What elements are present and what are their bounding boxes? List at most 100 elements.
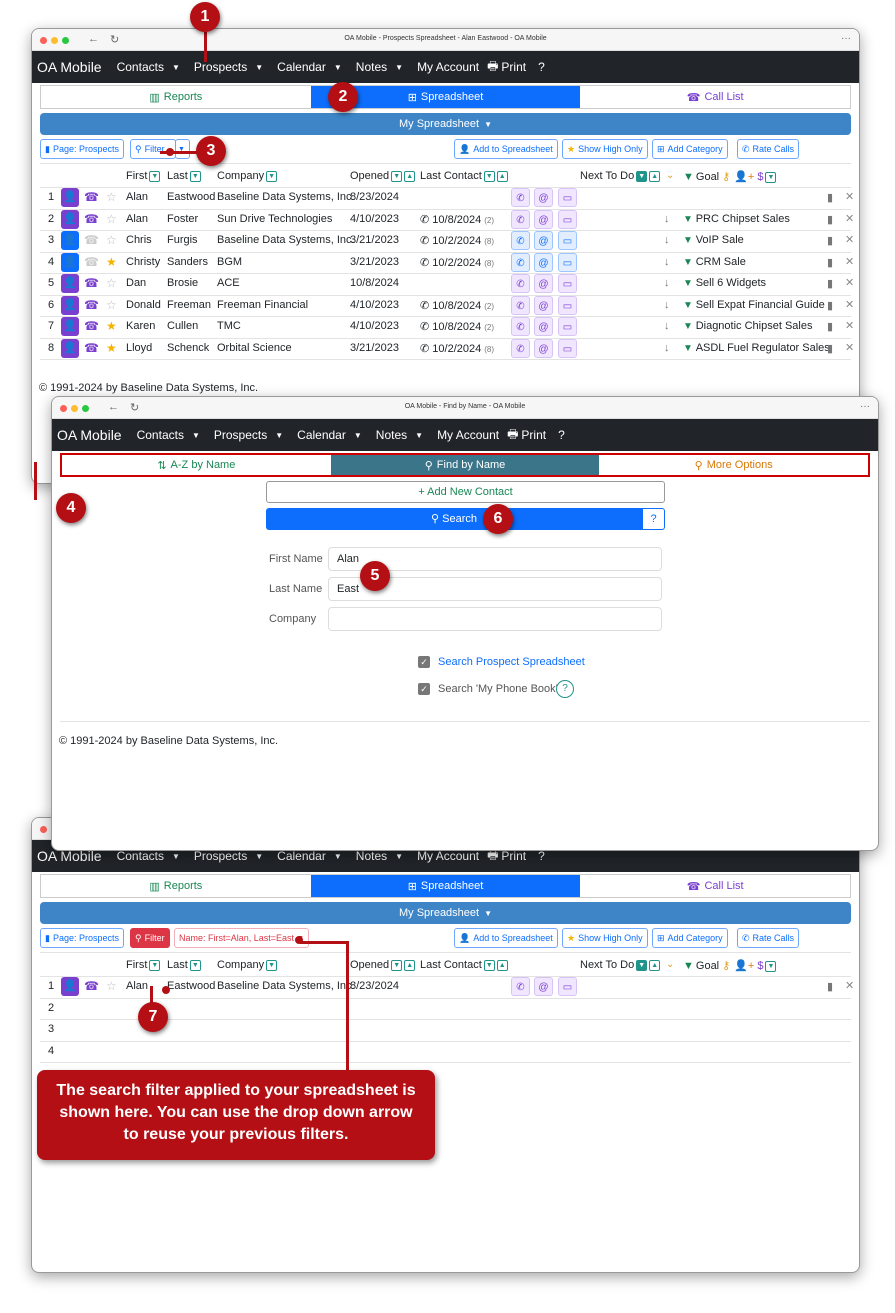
star-icon[interactable]: ★	[106, 319, 117, 333]
first-name[interactable]: Alan	[126, 213, 148, 225]
last-name[interactable]: Schenck	[167, 342, 209, 354]
message-button[interactable]: ▭	[558, 274, 577, 293]
company[interactable]: Baseline Data Systems, Inc.	[217, 191, 355, 203]
email-button[interactable]: @	[534, 188, 553, 207]
first-name[interactable]: Alan	[126, 191, 148, 203]
first-name[interactable]: Karen	[126, 320, 155, 332]
contact-icon[interactable]: 👤	[61, 252, 79, 272]
column-header-company[interactable]: Company ▼	[217, 170, 278, 182]
down-arrow-icon[interactable]: ↓	[664, 299, 670, 311]
sort-asc-button[interactable]: ▲	[649, 170, 661, 182]
goal[interactable]: ▼ PRC Chipset Sales	[683, 213, 790, 225]
file-icon[interactable]: ▮	[827, 277, 833, 290]
caret-down-icon[interactable]: ▼	[172, 852, 180, 861]
email-button[interactable]: @	[534, 317, 553, 336]
sort-desc-button[interactable]: ▼	[483, 959, 495, 971]
goal[interactable]: ▼ Sell Expat Financial Guide	[683, 299, 825, 311]
company[interactable]: Sun Drive Technologies	[217, 213, 332, 225]
add-to-spreadsheet-button[interactable]: 👤 Add to Spreadsheet	[454, 139, 558, 159]
caret-down-icon[interactable]: ▼	[172, 63, 180, 72]
tab-spreadsheet[interactable]: ⊞ Spreadsheet	[310, 875, 581, 897]
search-prospect-checkbox[interactable]: ✓	[418, 656, 430, 668]
sort-desc-button[interactable]: ▼	[149, 170, 161, 182]
contact-icon[interactable]: 👤	[61, 338, 79, 358]
message-button[interactable]: ▭	[558, 209, 577, 229]
page-prospects-button[interactable]: ▮ Page: Prospects	[40, 139, 124, 159]
phone-icon[interactable]: ☎	[84, 233, 99, 247]
call-button[interactable]: ✆	[511, 274, 530, 293]
search-prospect-label[interactable]: Search Prospect Spreadsheet	[438, 656, 585, 668]
tab-more-options[interactable]: ⚲ More Options	[599, 455, 868, 475]
star-icon[interactable]: ★	[106, 255, 117, 269]
down-arrow-icon[interactable]: ↓	[664, 277, 670, 289]
column-header-next[interactable]: Next To Do ▼ ▲	[580, 959, 661, 971]
call-button[interactable]: ✆	[511, 188, 530, 207]
my-spreadsheet-dropdown[interactable]: My Spreadsheet ▼	[40, 902, 851, 924]
tab-find-by-name[interactable]: ⚲ Find by Name	[330, 455, 600, 475]
nav-calendar[interactable]: Calendar	[277, 849, 326, 863]
nav-calendar[interactable]: Calendar	[277, 60, 326, 74]
first-name[interactable]: Lloyd	[126, 342, 152, 354]
star-icon[interactable]: ☆	[106, 979, 117, 993]
sort-asc-button[interactable]: ▲	[404, 959, 416, 971]
sort-asc-button[interactable]: ▲	[496, 959, 508, 971]
down-arrow-icon[interactable]: ↓	[664, 320, 670, 332]
caret-down-icon[interactable]: ▼	[255, 63, 263, 72]
column-header-last-contact[interactable]: Last Contact ▼ ▲	[420, 170, 508, 182]
sort-desc-button[interactable]: ▼	[483, 170, 495, 182]
nav-my-account[interactable]: My Account	[417, 60, 479, 74]
goal[interactable]: ▼ VoIP Sale	[683, 234, 744, 246]
show-high-only-button[interactable]: ★ Show High Only	[562, 139, 648, 159]
nav-prospects[interactable]: Prospects	[214, 428, 267, 442]
nav-notes[interactable]: Notes	[356, 60, 387, 74]
sort-asc-button[interactable]: ▲	[649, 959, 661, 971]
call-button[interactable]: ✆	[511, 252, 530, 272]
nav-help[interactable]: ?	[538, 60, 545, 74]
column-header-goal[interactable]: ▼ Goal ⚷ 👤+ $ ▼	[683, 959, 777, 972]
nav-contacts[interactable]: Contacts	[117, 60, 164, 74]
filter-button[interactable]: ⚲ Filter	[130, 928, 170, 948]
nav-print[interactable]: Print	[501, 60, 526, 74]
file-icon[interactable]: ▮	[827, 980, 833, 993]
caret-down-icon[interactable]: ▼	[395, 852, 403, 861]
phone-icon[interactable]: ☎	[84, 212, 99, 226]
file-icon[interactable]: ▮	[827, 234, 833, 247]
file-icon[interactable]: ▮	[827, 299, 833, 312]
sort-desc-button[interactable]: ▼	[636, 170, 648, 182]
sort-desc-button[interactable]: ▼	[149, 959, 161, 971]
delete-icon[interactable]: ✕	[845, 233, 854, 246]
call-button[interactable]: ✆	[511, 338, 530, 358]
print-icon[interactable]: 🖶	[507, 425, 518, 446]
star-icon[interactable]: ☆	[106, 190, 117, 204]
contact-icon[interactable]: 👤	[61, 188, 79, 207]
delete-icon[interactable]: ✕	[845, 319, 854, 332]
call-button[interactable]: ✆	[511, 295, 530, 315]
goal[interactable]: ▼ CRM Sale	[683, 256, 746, 268]
email-button[interactable]: @	[534, 977, 553, 996]
delete-icon[interactable]: ✕	[845, 255, 854, 268]
add-new-contact-button[interactable]: + Add New Contact	[266, 481, 665, 503]
last-name[interactable]: Cullen	[167, 320, 198, 332]
file-icon[interactable]: ▮	[827, 342, 833, 355]
double-chevron-icon[interactable]: ⌄	[666, 959, 674, 970]
call-button[interactable]: ✆	[511, 977, 530, 996]
phone-icon[interactable]: ☎	[84, 979, 99, 993]
sort-asc-button[interactable]: ▲	[496, 170, 508, 182]
sort-desc-button[interactable]: ▼	[189, 170, 201, 182]
brand-logo[interactable]: OA Mobile	[57, 427, 122, 443]
nav-contacts[interactable]: Contacts	[137, 428, 184, 442]
star-icon[interactable]: ☆	[106, 212, 117, 226]
message-button[interactable]: ▭	[558, 188, 577, 207]
call-button[interactable]: ✆	[511, 317, 530, 336]
caret-down-icon[interactable]: ▼	[275, 431, 283, 440]
column-header-first[interactable]: First ▼	[126, 959, 161, 971]
sort-asc-button[interactable]: ▲	[404, 170, 416, 182]
caret-down-icon[interactable]: ▼	[334, 852, 342, 861]
nav-prospects[interactable]: Prospects	[194, 60, 247, 74]
nav-print[interactable]: Print	[521, 428, 546, 442]
nav-print[interactable]: Print	[501, 849, 526, 863]
my-spreadsheet-dropdown[interactable]: My Spreadsheet ▼	[40, 113, 851, 135]
delete-icon[interactable]: ✕	[845, 298, 854, 311]
down-arrow-icon[interactable]: ↓	[664, 213, 670, 225]
print-icon[interactable]: 🖶	[487, 57, 498, 78]
